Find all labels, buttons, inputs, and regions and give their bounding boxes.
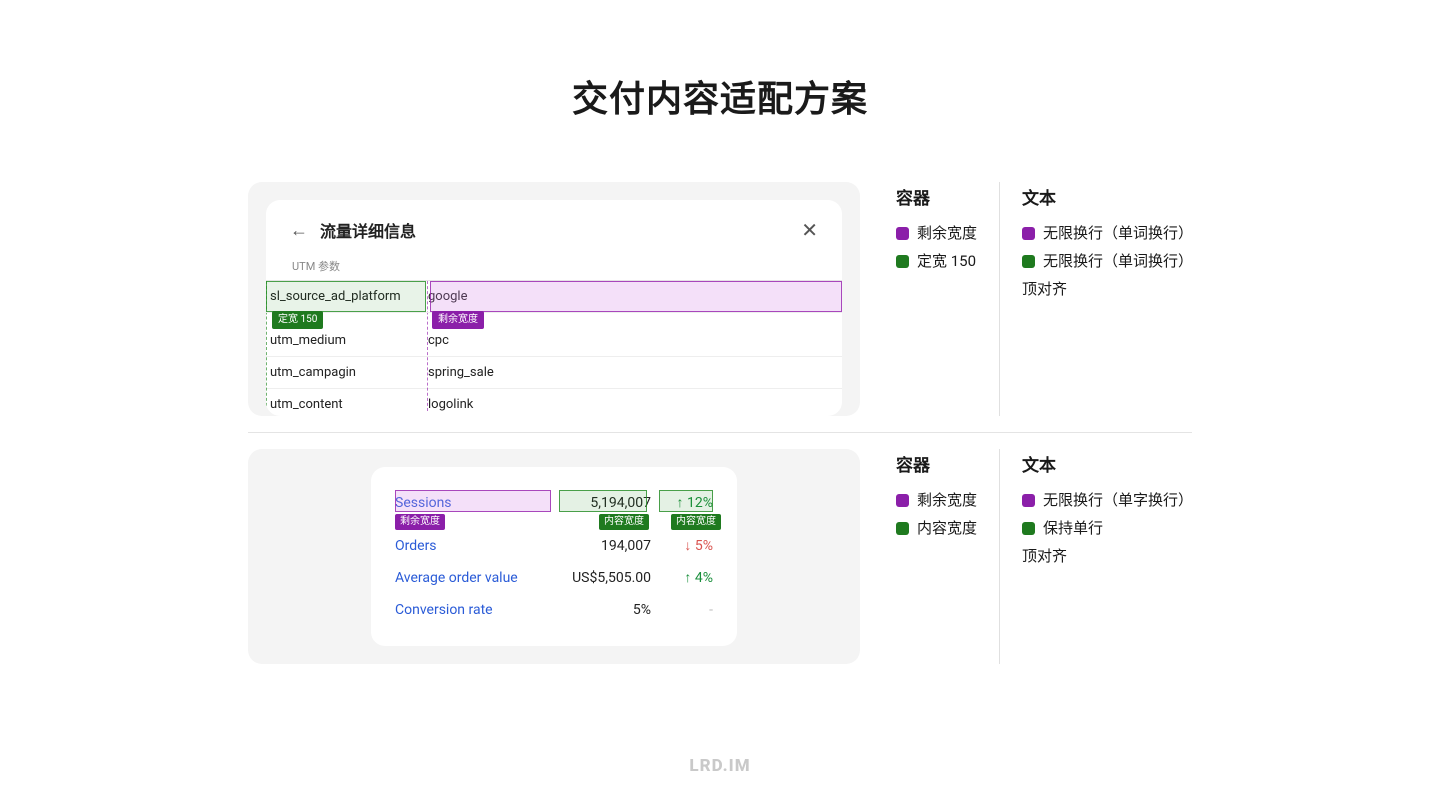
arrow-down-icon: ↓: [684, 538, 691, 554]
legend-item: 无限换行（单词换行）: [1022, 219, 1193, 247]
delta-value: 4%: [695, 570, 713, 586]
stats-value: US$5,505.00: [558, 567, 651, 589]
table-row: utm_campagin spring_sale: [266, 357, 842, 389]
card-title: 流量详细信息: [320, 218, 416, 242]
table-row: utm_medium cpc: [266, 313, 842, 357]
legend-title: 容器: [896, 184, 977, 209]
legend-label: 定宽 150: [917, 247, 976, 275]
legend-label: 剩余宽度: [917, 486, 977, 514]
swatch-icon: [1022, 227, 1035, 240]
arrow-up-icon: ↑: [677, 495, 684, 511]
example-row-1: ← 流量详细信息 ✕ UTM 参数 sl_source_ad_platform …: [0, 182, 1440, 416]
delta-value: 12%: [687, 495, 713, 511]
stats-row: 剩余宽度 内容宽度 内容宽度 Sessions 5,194,007 ↑ 12%: [395, 487, 713, 519]
footer-brand: LRD.IM: [0, 756, 1440, 776]
legend-title: 文本: [1022, 184, 1193, 209]
legend-container-col: 容器 剩余宽度 内容宽度: [880, 449, 993, 664]
example-2-container: 剩余宽度 内容宽度 内容宽度 Sessions 5,194,007 ↑ 12% …: [248, 449, 860, 664]
legend-label: 内容宽度: [917, 514, 977, 542]
utm-key: utm_campagin: [266, 357, 426, 388]
legend-label: 无限换行（单词换行）: [1043, 219, 1193, 247]
stats-row: Conversion rate 5% -: [395, 594, 713, 626]
stats-card: 剩余宽度 内容宽度 内容宽度 Sessions 5,194,007 ↑ 12% …: [371, 467, 737, 646]
legend-item: 无限换行（单词换行）: [1022, 247, 1193, 275]
swatch-icon: [896, 255, 909, 268]
section-divider: [248, 432, 1192, 433]
page: 交付内容适配方案 ← 流量详细信息 ✕ UTM 参数: [0, 0, 1440, 788]
legend-label: 剩余宽度: [917, 219, 977, 247]
legend-note: 顶对齐: [1022, 542, 1193, 570]
swatch-icon: [896, 227, 909, 240]
stats-value: 5%: [619, 599, 651, 621]
legend-item: 无限换行（单字换行）: [1022, 486, 1193, 514]
example-1-container: ← 流量详细信息 ✕ UTM 参数 sl_source_ad_platform …: [248, 182, 860, 416]
legend-item: 保持单行: [1022, 514, 1193, 542]
utm-key: utm_content: [266, 389, 426, 416]
utm-value: spring_sale: [426, 357, 842, 388]
back-arrow-icon[interactable]: ←: [290, 220, 308, 241]
swatch-icon: [1022, 494, 1035, 507]
example-row-2: 剩余宽度 内容宽度 内容宽度 Sessions 5,194,007 ↑ 12% …: [0, 449, 1440, 664]
stats-delta: ↑ 4%: [651, 567, 713, 589]
delta-value: 5%: [695, 538, 713, 554]
annotation-tag-fixed-width: 定宽 150: [272, 311, 323, 329]
legend-panels-1: 容器 剩余宽度 定宽 150 文本 无限换行（单词换行） 无限: [880, 182, 1209, 416]
legend-item: 内容宽度: [896, 514, 977, 542]
utm-key: sl_source_ad_platform: [266, 281, 426, 312]
swatch-icon: [1022, 522, 1035, 535]
stats-label[interactable]: Conversion rate: [395, 599, 619, 621]
card-header: ← 流量详细信息 ✕: [290, 218, 818, 242]
utm-table: sl_source_ad_platform google 定宽 150 剩余宽度…: [266, 280, 842, 416]
utm-value: google: [426, 281, 842, 312]
stats-row: Average order value US$5,505.00 ↑ 4%: [395, 562, 713, 594]
stats-value: 5,194,007: [576, 492, 651, 514]
stats-delta: ↓ 5%: [651, 535, 713, 557]
swatch-icon: [896, 522, 909, 535]
stats-label[interactable]: Orders: [395, 535, 587, 557]
card-sublabel: UTM 参数: [292, 258, 818, 274]
arrow-up-icon: ↑: [684, 570, 691, 586]
utm-key: utm_medium: [266, 325, 426, 356]
stats-delta: ↑ 12%: [651, 492, 713, 514]
annotation-tag-remaining-width: 剩余宽度: [395, 514, 445, 530]
legend-title: 文本: [1022, 451, 1193, 476]
card-header-left: ← 流量详细信息: [290, 218, 416, 242]
annotation-tag-content-width: 内容宽度: [671, 514, 721, 530]
legend-item: 剩余宽度: [896, 219, 977, 247]
page-title: 交付内容适配方案: [0, 0, 1440, 182]
traffic-detail-card: ← 流量详细信息 ✕ UTM 参数 sl_source_ad_platform …: [266, 200, 842, 416]
utm-value: logolink: [426, 389, 842, 416]
stats-label[interactable]: Sessions: [395, 492, 576, 514]
legend-text-col: 文本 无限换行（单词换行） 无限换行（单词换行） 顶对齐: [999, 182, 1209, 416]
legend-title: 容器: [896, 451, 977, 476]
legend-item: 剩余宽度: [896, 486, 977, 514]
close-icon[interactable]: ✕: [801, 218, 818, 242]
legend-container-col: 容器 剩余宽度 定宽 150: [880, 182, 993, 416]
legend-text-col: 文本 无限换行（单字换行） 保持单行 顶对齐: [999, 449, 1209, 664]
legend-item: 定宽 150: [896, 247, 977, 275]
legend-panels-2: 容器 剩余宽度 内容宽度 文本 无限换行（单字换行） 保持单行: [880, 449, 1209, 664]
stats-label[interactable]: Average order value: [395, 567, 558, 589]
stats-delta: -: [651, 599, 713, 621]
table-row: utm_content logolink: [266, 389, 842, 416]
swatch-icon: [1022, 255, 1035, 268]
legend-label: 无限换行（单字换行）: [1043, 486, 1193, 514]
table-row: sl_source_ad_platform google 定宽 150 剩余宽度: [266, 281, 842, 313]
utm-value: cpc: [426, 325, 842, 356]
legend-note: 顶对齐: [1022, 275, 1193, 303]
legend-label: 保持单行: [1043, 514, 1103, 542]
legend-label: 无限换行（单词换行）: [1043, 247, 1193, 275]
annotation-tag-remaining-width: 剩余宽度: [432, 311, 484, 329]
swatch-icon: [896, 494, 909, 507]
annotation-tag-content-width: 内容宽度: [599, 514, 649, 530]
stats-value: 194,007: [587, 535, 651, 557]
